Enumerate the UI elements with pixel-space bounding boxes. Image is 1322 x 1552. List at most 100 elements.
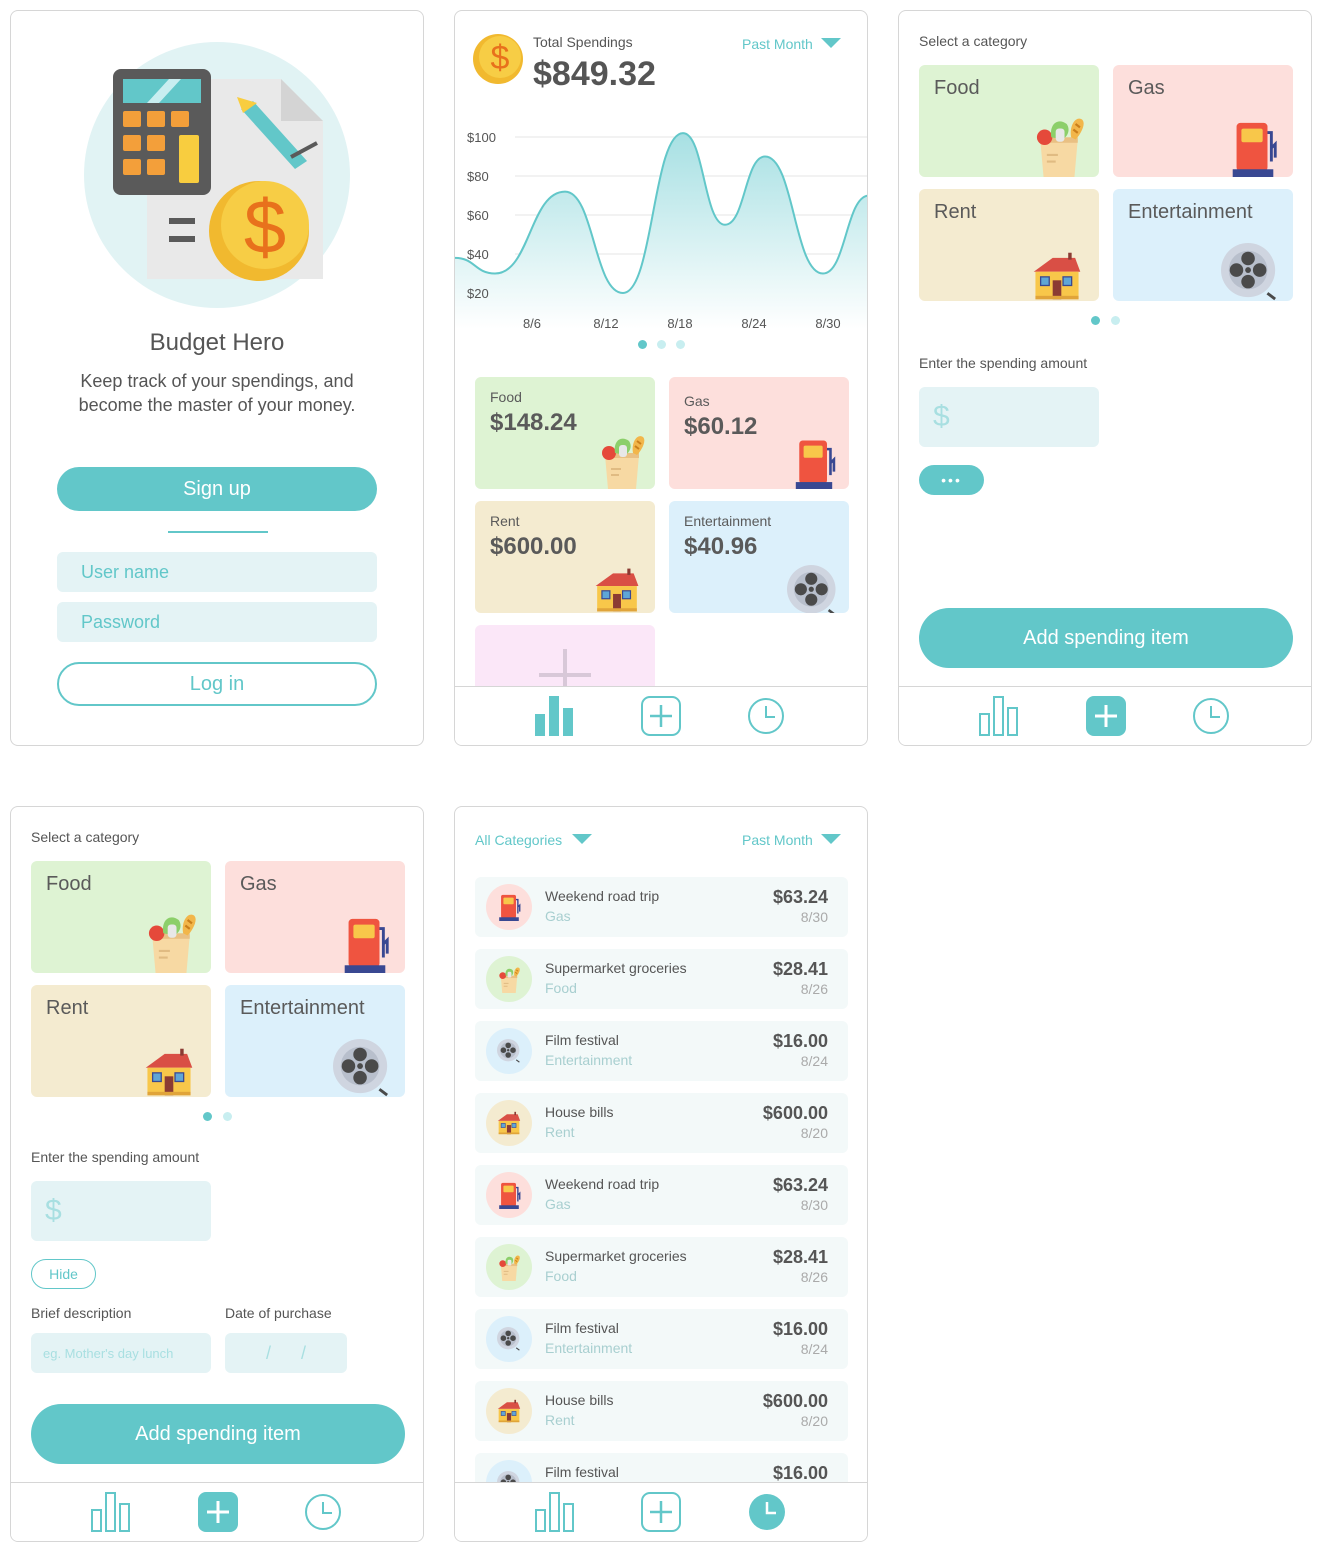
category-tile-food[interactable]: Food [919,65,1099,177]
transaction-date: 8/26 [800,1269,828,1285]
film-reel-icon [1221,243,1277,301]
category-badge [486,1244,532,1290]
gas-pump-icon [794,439,836,489]
transaction-date: 8/30 [800,909,828,925]
category-tile-entertainment[interactable]: Entertainment [225,985,405,1097]
amount-label: Enter the spending amount [919,355,1088,371]
category-tile-rent[interactable]: Rent [31,985,211,1097]
category-tile-entertainment[interactable]: Entertainment [1113,189,1293,301]
tile-name: Gas [684,393,710,409]
description-input[interactable]: eg. Mother's day lunch [31,1333,211,1373]
history-nav-icon[interactable] [748,698,784,734]
x-tick-label: 8/6 [523,316,541,331]
add-spending-button[interactable]: Add spending item [919,608,1293,668]
transaction-category: Gas [545,908,571,924]
transaction-row[interactable]: Film festival Entertainment $16.00 8/24 [475,1309,848,1369]
budget-illustration: $ [84,42,350,308]
page-dot[interactable] [223,1112,232,1121]
more-options-button[interactable]: ••• [919,465,984,495]
page-dot-active[interactable] [203,1112,212,1121]
gas-pump-icon [343,917,389,973]
house-icon [497,1399,521,1423]
amount-input[interactable]: $ [919,387,1099,447]
gas-pump-icon [1231,121,1277,177]
tile-name: Gas [240,873,277,895]
amount-input[interactable]: $ [31,1181,211,1241]
period-dropdown[interactable]: Past Month [742,36,841,52]
period-dropdown[interactable]: Past Month [742,832,841,848]
tile-name: Gas [1128,77,1165,99]
transaction-row[interactable]: Supermarket groceries Food $28.41 8/26 [475,949,848,1009]
history-nav-icon[interactable] [305,1494,341,1530]
username-input[interactable]: User name [57,552,377,592]
grocery-bag-icon [1035,117,1085,177]
add-nav-icon[interactable] [1086,696,1126,736]
dashboard-screen: Total Spendings $849.32 Past Month $100 $… [454,10,868,746]
page-dot[interactable] [1111,316,1120,325]
hide-button[interactable]: Hide [31,1259,96,1289]
add-nav-icon[interactable] [198,1492,238,1532]
category-badge [486,1028,532,1074]
history-nav-icon[interactable] [749,1494,785,1530]
tile-name: Entertainment [1128,201,1253,223]
y-tick-label: $80 [467,169,489,184]
transaction-row[interactable]: Weekend road trip Gas $63.24 8/30 [475,1165,848,1225]
date-input[interactable]: / / [225,1333,347,1373]
tile-amount: $148.24 [490,409,577,436]
page-dot-active[interactable] [638,340,647,349]
stats-nav-icon[interactable] [979,696,1019,736]
y-tick-label: $40 [467,247,489,262]
transaction-date: 8/20 [800,1413,828,1429]
film-reel-icon [497,1038,521,1063]
transaction-row[interactable]: Weekend road trip Gas $63.24 8/30 [475,877,848,937]
login-button[interactable]: Log in [57,662,377,706]
category-tile-gas[interactable]: Gas [225,861,405,973]
x-tick-label: 8/24 [741,316,766,331]
category-tile-food[interactable]: Food [31,861,211,973]
category-tile-entertainment[interactable]: Entertainment $40.96 [669,501,849,613]
add-nav-icon[interactable] [641,1492,681,1532]
transaction-row[interactable]: Supermarket groceries Food $28.41 8/26 [475,1237,848,1297]
category-tile-food[interactable]: Food $148.24 [475,377,655,489]
transaction-title: House bills [545,1392,614,1408]
transaction-title: Supermarket groceries [545,960,687,976]
transaction-row[interactable]: House bills Rent $600.00 8/20 [475,1381,848,1441]
page-dot[interactable] [676,340,685,349]
category-tile-rent[interactable]: Rent [919,189,1099,301]
bottom-nav [455,1482,867,1541]
transaction-amount: $63.24 [772,887,828,907]
house-icon [594,567,640,613]
tile-name: Food [490,389,522,405]
house-icon [145,1048,193,1096]
category-filter-dropdown[interactable]: All Categories [475,832,593,848]
password-input[interactable]: Password [57,602,377,642]
film-reel-icon [333,1039,389,1097]
transaction-amount: $600.00 [762,1391,828,1411]
stats-nav-icon[interactable] [535,1492,575,1532]
category-tile-gas[interactable]: Gas $60.12 [669,377,849,489]
transaction-amount: $16.00 [772,1319,828,1339]
page-dot[interactable] [657,340,666,349]
chevron-down-icon [820,834,841,844]
y-tick-label: $100 [467,130,496,145]
tile-name: Rent [490,513,520,529]
tile-amount: $60.12 [684,413,758,440]
category-badge [486,956,532,1002]
transaction-category: Gas [545,1196,571,1212]
transaction-row[interactable]: Film festival Entertainment $16.00 8/24 [475,1021,848,1081]
page-dot-active[interactable] [1091,316,1100,325]
signup-button[interactable]: Sign up [57,467,377,511]
add-spending-button[interactable]: Add spending item [31,1404,405,1464]
tile-name: Food [934,77,980,99]
category-tile-gas[interactable]: Gas [1113,65,1293,177]
stats-nav-icon[interactable] [535,696,575,736]
add-nav-icon[interactable] [641,696,681,736]
category-tile-rent[interactable]: Rent $600.00 [475,501,655,613]
gas-pump-icon [498,894,521,921]
bottom-nav [899,686,1311,745]
stats-nav-icon[interactable] [91,1492,131,1532]
spending-area [455,133,867,329]
transaction-date: 8/24 [800,1053,828,1069]
history-nav-icon[interactable] [1193,698,1229,734]
transaction-row[interactable]: House bills Rent $600.00 8/20 [475,1093,848,1153]
